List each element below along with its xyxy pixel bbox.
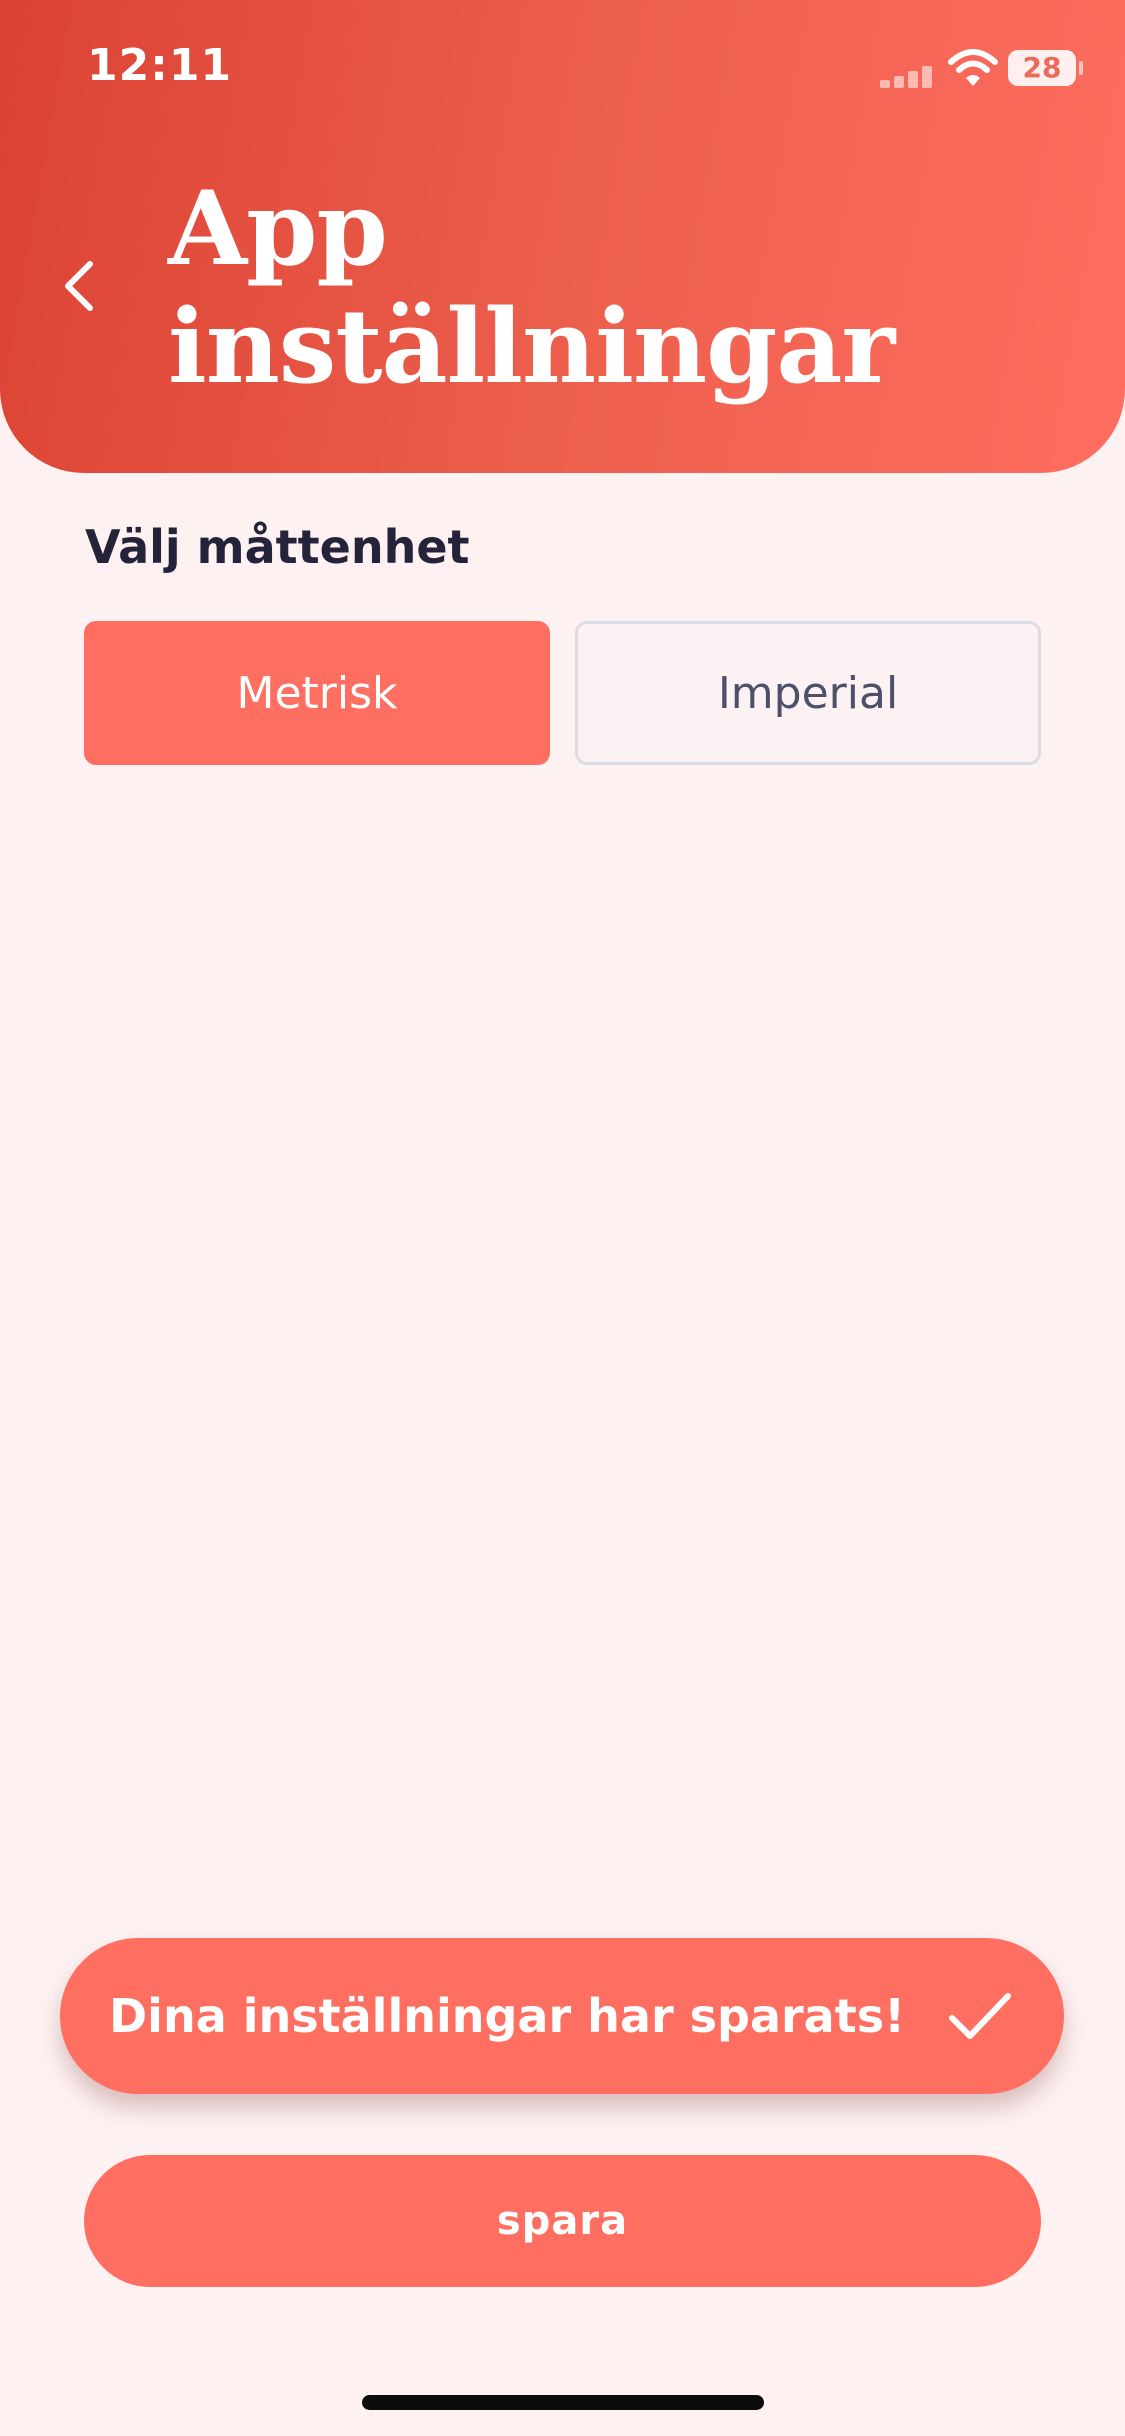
page-title-line1: App [168,169,388,289]
save-button[interactable]: spara [84,2155,1041,2287]
home-indicator [362,2395,764,2410]
page-title-line2: inställningar [168,287,895,407]
unit-option-imperial[interactable]: Imperial [575,621,1041,765]
units-section-label: Välj måttenhet [85,520,470,574]
unit-option-imperial-label: Imperial [717,667,899,719]
battery-level: 28 [1022,51,1062,84]
status-time: 12:11 [87,40,233,91]
saved-toast: Dina inställningar har sparats! [60,1938,1064,2094]
check-icon [949,1993,1011,2039]
page-title: App inställningar [168,170,1068,406]
save-button-label: spara [496,2198,629,2244]
unit-option-metric[interactable]: Metrisk [84,621,550,765]
unit-option-metric-label: Metrisk [236,667,398,719]
toast-message: Dina inställningar har sparats! [109,1989,906,2043]
header: 12:11 28 App inställningar [0,0,1125,473]
battery-icon: 28 [1008,50,1083,86]
wifi-icon [948,49,998,86]
signal-icon [880,64,934,88]
chevron-left-icon[interactable] [56,256,106,316]
